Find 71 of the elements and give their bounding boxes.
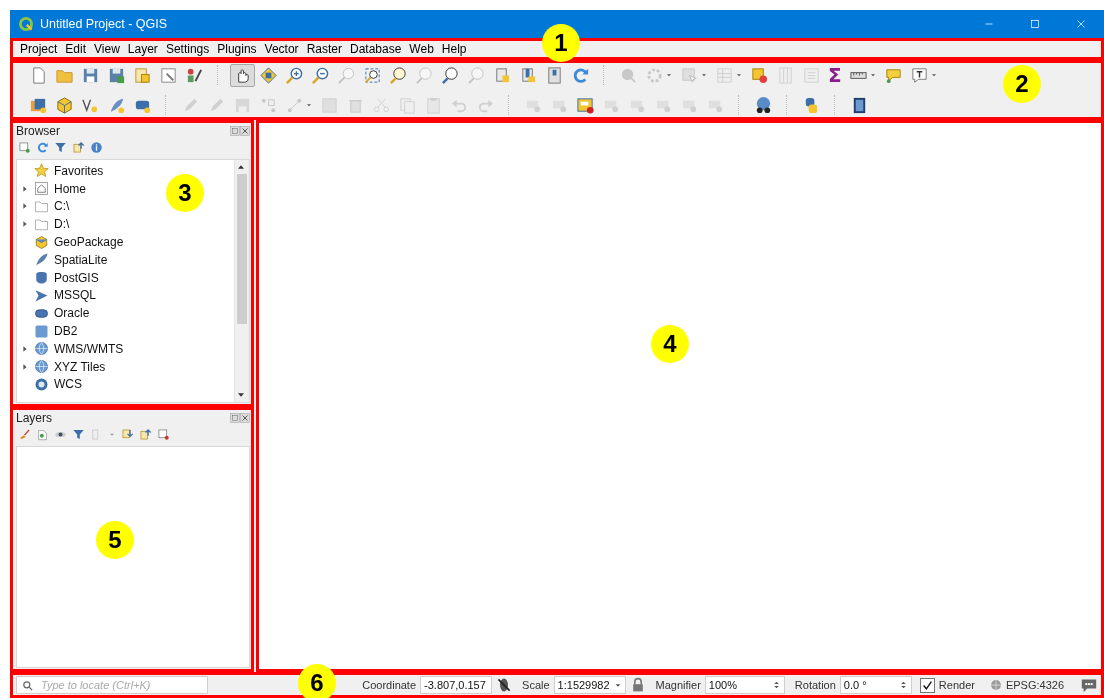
menu-item[interactable]: Layer	[123, 40, 162, 58]
tree-item[interactable]: D:\	[54, 217, 70, 232]
qgis-logo-icon	[18, 16, 34, 32]
tree-item[interactable]: DB2	[54, 324, 78, 339]
crs-button[interactable]: EPSG:4326	[988, 678, 1064, 692]
render-label: Render	[938, 679, 975, 691]
annotation-badge: 2	[1003, 65, 1041, 103]
paint-brush-icon[interactable]	[18, 427, 31, 441]
coordinate-label: Coordinate	[362, 679, 417, 691]
globe-icon	[34, 359, 49, 375]
menu-item[interactable]: View	[90, 40, 124, 58]
tree-item[interactable]: XYZ Tiles	[54, 359, 106, 374]
folder-icon	[34, 199, 49, 214]
menu-item[interactable]: Vector	[260, 40, 303, 58]
panel-title: Browser	[16, 124, 61, 138]
filter-icon[interactable]	[54, 140, 67, 154]
filter-icon[interactable]	[72, 427, 85, 441]
tree-item[interactable]: Favorites	[54, 163, 104, 178]
menu-item[interactable]: Web	[405, 40, 438, 58]
tree-item[interactable]: PostGIS	[54, 270, 99, 285]
coordinate-field[interactable]: -3.807,0.157	[420, 676, 493, 694]
add-icon[interactable]	[18, 140, 31, 154]
tree-item[interactable]: MSSQL	[54, 288, 96, 303]
locator-field[interactable]: Type to locate (Ctrl+K)	[16, 676, 208, 694]
collapse-icon[interactable]	[72, 140, 85, 154]
tree-item[interactable]: SpatiaLite	[54, 252, 108, 267]
tree-item[interactable]: WMS/WMTS	[54, 341, 124, 356]
menu-item[interactable]: Edit	[61, 40, 91, 58]
rotation-label: Rotation	[794, 679, 836, 691]
scale-label: Scale	[522, 679, 550, 691]
globe-icon	[34, 376, 49, 392]
menu-item[interactable]: Plugins	[213, 40, 261, 58]
menu-item[interactable]: Help	[437, 40, 471, 58]
panel-title: Layers	[16, 411, 54, 425]
magnifier-label: Magnifier	[655, 679, 701, 691]
check-icon	[921, 679, 933, 691]
scale-dropdown[interactable]: 1:1529982	[553, 676, 626, 694]
expand-arrow-icon[interactable]	[21, 202, 29, 211]
star-icon	[34, 163, 49, 179]
menu-item[interactable]: Project	[16, 40, 62, 58]
toolbar-button[interactable]: Σ	[825, 63, 845, 87]
magnifier-spinbox[interactable]: 100%	[704, 676, 785, 694]
remove-layer-icon[interactable]	[157, 427, 170, 441]
folder-icon	[34, 216, 49, 232]
expand-arrow-icon[interactable]	[21, 220, 29, 229]
globe-icon	[34, 341, 49, 357]
home-icon	[34, 181, 49, 197]
close-icon[interactable]	[240, 413, 250, 423]
info-icon[interactable]	[90, 140, 103, 154]
tree-item[interactable]: GeoPackage	[54, 235, 124, 250]
refresh-icon[interactable]	[36, 140, 49, 154]
expand-arrow-icon[interactable]	[21, 344, 29, 353]
globe-icon	[988, 678, 1003, 692]
collapse-icon[interactable]	[139, 427, 152, 441]
box-icon	[34, 234, 49, 250]
scrollbar[interactable]	[234, 160, 249, 402]
close-icon[interactable]	[240, 126, 250, 136]
menu-item[interactable]: Database	[345, 40, 406, 58]
tree-item[interactable]: C:\	[54, 199, 70, 214]
expand-icon[interactable]	[121, 427, 134, 441]
expand-arrow-icon[interactable]	[21, 362, 29, 371]
window-title: Untitled Project - QGIS	[40, 17, 169, 31]
menu-item[interactable]: Settings	[161, 40, 214, 58]
expand-arrow-icon[interactable]	[21, 184, 29, 193]
tree-item[interactable]: Oracle	[54, 306, 90, 321]
menu-item[interactable]: Raster	[302, 40, 346, 58]
tree-item[interactable]: WCS	[54, 377, 82, 392]
render-checkbox[interactable]	[919, 677, 935, 693]
maximize-icon[interactable]	[1028, 17, 1042, 31]
tree-item[interactable]: Home	[54, 181, 86, 196]
rotation-spinbox[interactable]: 0.0 °	[839, 676, 912, 694]
